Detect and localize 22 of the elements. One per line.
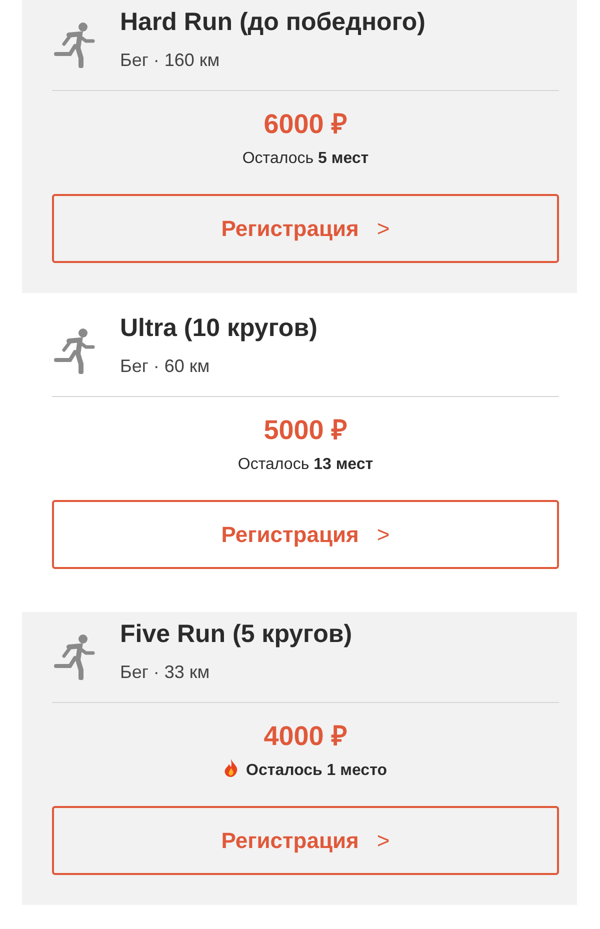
fire-icon [224,759,238,777]
price: 6000 ₽ [264,108,348,141]
runner-icon [52,634,96,680]
event-meta: Бег · 160 км [120,49,221,72]
seats-left: Осталось 13 мест [238,455,374,475]
chevron-icon: > [376,824,390,857]
event-title: Hard Run (до победного) [120,7,426,38]
event-title: Ultra (10 кругов) [120,313,318,344]
price: 5000 ₽ [264,414,348,447]
register-button[interactable]: Регистрация > [52,806,559,875]
runner-icon [52,328,96,374]
price: 4000 ₽ [264,720,348,753]
event-meta: Бег · 33 км [120,661,211,684]
seats-left: Осталось 5 мест [242,149,369,169]
event-meta: Бег · 60 км [120,355,211,378]
runner-icon [52,22,96,68]
register-button[interactable]: Регистрация > [52,500,559,569]
seats-left: Осталось 1 место [246,761,387,781]
chevron-icon: > [376,212,390,245]
chevron-icon: > [376,518,390,551]
event-title: Five Run (5 кругов) [120,619,352,650]
register-button[interactable]: Регистрация > [52,194,559,263]
